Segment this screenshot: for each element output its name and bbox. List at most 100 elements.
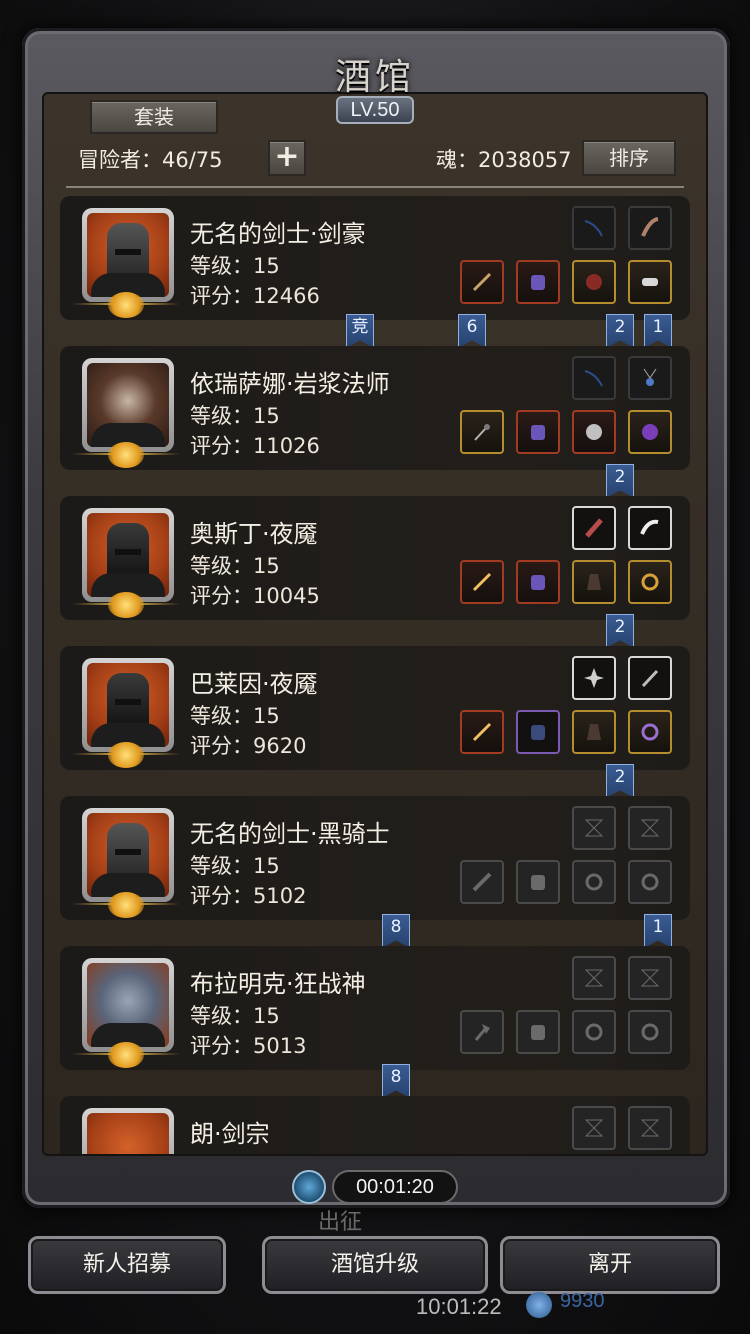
tag-badge: 2 bbox=[606, 314, 634, 348]
empty-slot-icon[interactable] bbox=[628, 806, 672, 850]
rank-emblem-icon bbox=[108, 1042, 144, 1068]
hero-name: 无名的剑士·黑骑士 bbox=[190, 820, 390, 848]
empty-slot-icon[interactable] bbox=[628, 1106, 672, 1150]
hero-level: 等级：15 bbox=[190, 404, 280, 428]
add-adventurer-button[interactable]: + bbox=[268, 140, 306, 176]
recruit-button[interactable]: 新人招募 bbox=[28, 1236, 226, 1294]
empty-ring-icon[interactable] bbox=[572, 1010, 616, 1054]
hero-portrait bbox=[82, 358, 174, 452]
empty-slot-icon[interactable] bbox=[628, 956, 672, 1000]
hero-portrait bbox=[82, 958, 174, 1052]
upgrade-tavern-button[interactable]: 酒馆升级 bbox=[262, 1236, 488, 1294]
hero-score: 评分：9620 bbox=[190, 734, 307, 758]
hero-list[interactable]: 无名的剑士·剑豪 等级：15 评分：12466 竞 6 2 1 依瑞萨娜·岩浆法… bbox=[60, 196, 690, 1154]
hero-row[interactable]: 依瑞萨娜·岩浆法师 等级：15 评分：11026 bbox=[60, 346, 690, 470]
rank-emblem-icon bbox=[108, 592, 144, 618]
cloak-icon[interactable] bbox=[572, 560, 616, 604]
helmet-icon[interactable] bbox=[572, 260, 616, 304]
hero-name: 布拉明克·狂战神 bbox=[190, 970, 366, 998]
tag-badge: 1 bbox=[644, 914, 672, 948]
cloak-icon[interactable] bbox=[572, 710, 616, 754]
hero-score: 评分：5102 bbox=[190, 884, 307, 908]
refresh-timer: 00:01:20 bbox=[332, 1170, 458, 1204]
gem-count: 9930 bbox=[560, 1290, 605, 1312]
blade-icon[interactable] bbox=[460, 560, 504, 604]
leave-button[interactable]: 离开 bbox=[500, 1236, 720, 1294]
armor-icon[interactable] bbox=[516, 260, 560, 304]
armor-icon[interactable] bbox=[516, 560, 560, 604]
hero-row[interactable]: 奥斯丁·夜魇 等级：15 评分：10045 bbox=[60, 496, 690, 620]
divider bbox=[66, 186, 684, 188]
sort-button[interactable]: 排序 bbox=[582, 140, 676, 176]
staff-icon[interactable] bbox=[460, 410, 504, 454]
hero-name: 朗·剑宗 bbox=[190, 1120, 270, 1148]
set-button[interactable]: 套装 bbox=[90, 100, 218, 134]
tag-badge: 2 bbox=[606, 764, 634, 798]
bow-icon[interactable] bbox=[572, 356, 616, 400]
feather-icon[interactable] bbox=[628, 206, 672, 250]
hero-score: 评分：5013 bbox=[190, 1034, 307, 1058]
empty-slot-icon[interactable] bbox=[572, 1106, 616, 1150]
ring-icon[interactable] bbox=[628, 710, 672, 754]
armor-icon[interactable] bbox=[516, 710, 560, 754]
scroll-icon[interactable] bbox=[572, 506, 616, 550]
hero-score: 评分：11026 bbox=[190, 434, 320, 458]
ring-icon[interactable] bbox=[628, 560, 672, 604]
tag-badge: 2 bbox=[606, 464, 634, 498]
hero-level: 等级：15 bbox=[190, 1004, 280, 1028]
feather-icon[interactable] bbox=[628, 506, 672, 550]
hero-level: 等级：15 bbox=[190, 554, 280, 578]
hero-score: 评分：10045 bbox=[190, 584, 320, 608]
tag-badge: 8 bbox=[382, 914, 410, 948]
empty-axe-icon[interactable] bbox=[460, 1010, 504, 1054]
bow-icon[interactable] bbox=[572, 206, 616, 250]
hero-level: 等级：15 bbox=[190, 854, 280, 878]
hero-row[interactable]: 无名的剑士·黑骑士 等级：15 评分：5102 bbox=[60, 796, 690, 920]
empty-sword-icon[interactable] bbox=[460, 860, 504, 904]
hero-portrait bbox=[82, 808, 174, 902]
hero-portrait bbox=[82, 658, 174, 752]
dagger-icon[interactable] bbox=[628, 656, 672, 700]
empty-armor-icon[interactable] bbox=[516, 860, 560, 904]
hero-portrait bbox=[82, 208, 174, 302]
hero-score: 评分：12466 bbox=[190, 284, 320, 308]
timer-icon bbox=[292, 1170, 326, 1204]
empty-slot-icon[interactable] bbox=[572, 956, 616, 1000]
empty-armor-icon[interactable] bbox=[516, 1010, 560, 1054]
hero-row[interactable]: 朗·剑宗 bbox=[60, 1096, 690, 1154]
hero-name: 无名的剑士·剑豪 bbox=[190, 220, 366, 248]
sword-icon[interactable] bbox=[460, 260, 504, 304]
orb-icon[interactable] bbox=[628, 410, 672, 454]
rank-emblem-icon bbox=[108, 292, 144, 318]
rank-emblem-icon bbox=[108, 442, 144, 468]
rank-emblem-icon bbox=[108, 892, 144, 918]
hero-level: 等级：15 bbox=[190, 254, 280, 278]
system-clock: 10:01:22 bbox=[416, 1294, 502, 1319]
hero-portrait bbox=[82, 508, 174, 602]
tag-badge: 6 bbox=[458, 314, 486, 348]
rank-emblem-icon bbox=[108, 742, 144, 768]
helmet-icon[interactable] bbox=[572, 410, 616, 454]
amulet-icon[interactable] bbox=[628, 356, 672, 400]
hero-level: 等级：15 bbox=[190, 704, 280, 728]
armor-icon[interactable] bbox=[516, 410, 560, 454]
blade-icon[interactable] bbox=[460, 710, 504, 754]
empty-slot-icon[interactable] bbox=[572, 806, 616, 850]
empty-ring-icon[interactable] bbox=[572, 860, 616, 904]
tag-badge: 竞 bbox=[346, 314, 374, 348]
hero-name: 依瑞萨娜·岩浆法师 bbox=[190, 370, 390, 398]
hero-row[interactable]: 无名的剑士·剑豪 等级：15 评分：12466 bbox=[60, 196, 690, 320]
empty-ring-icon[interactable] bbox=[628, 1010, 672, 1054]
star-icon[interactable] bbox=[572, 656, 616, 700]
hero-row[interactable]: 布拉明克·狂战神 等级：15 评分：5013 bbox=[60, 946, 690, 1070]
adventurer-count: 冒险者：46/75 bbox=[78, 148, 223, 172]
tag-badge: 1 bbox=[644, 314, 672, 348]
tag-badge: 2 bbox=[606, 614, 634, 648]
ring-icon[interactable] bbox=[628, 260, 672, 304]
hero-portrait bbox=[82, 1108, 174, 1154]
hero-name: 奥斯丁·夜魇 bbox=[190, 520, 318, 548]
soul-count: 魂：2038057 bbox=[436, 148, 572, 172]
empty-ring-icon[interactable] bbox=[628, 860, 672, 904]
hero-row[interactable]: 巴莱因·夜魇 等级：15 评分：9620 bbox=[60, 646, 690, 770]
hero-name: 巴莱因·夜魇 bbox=[190, 670, 318, 698]
